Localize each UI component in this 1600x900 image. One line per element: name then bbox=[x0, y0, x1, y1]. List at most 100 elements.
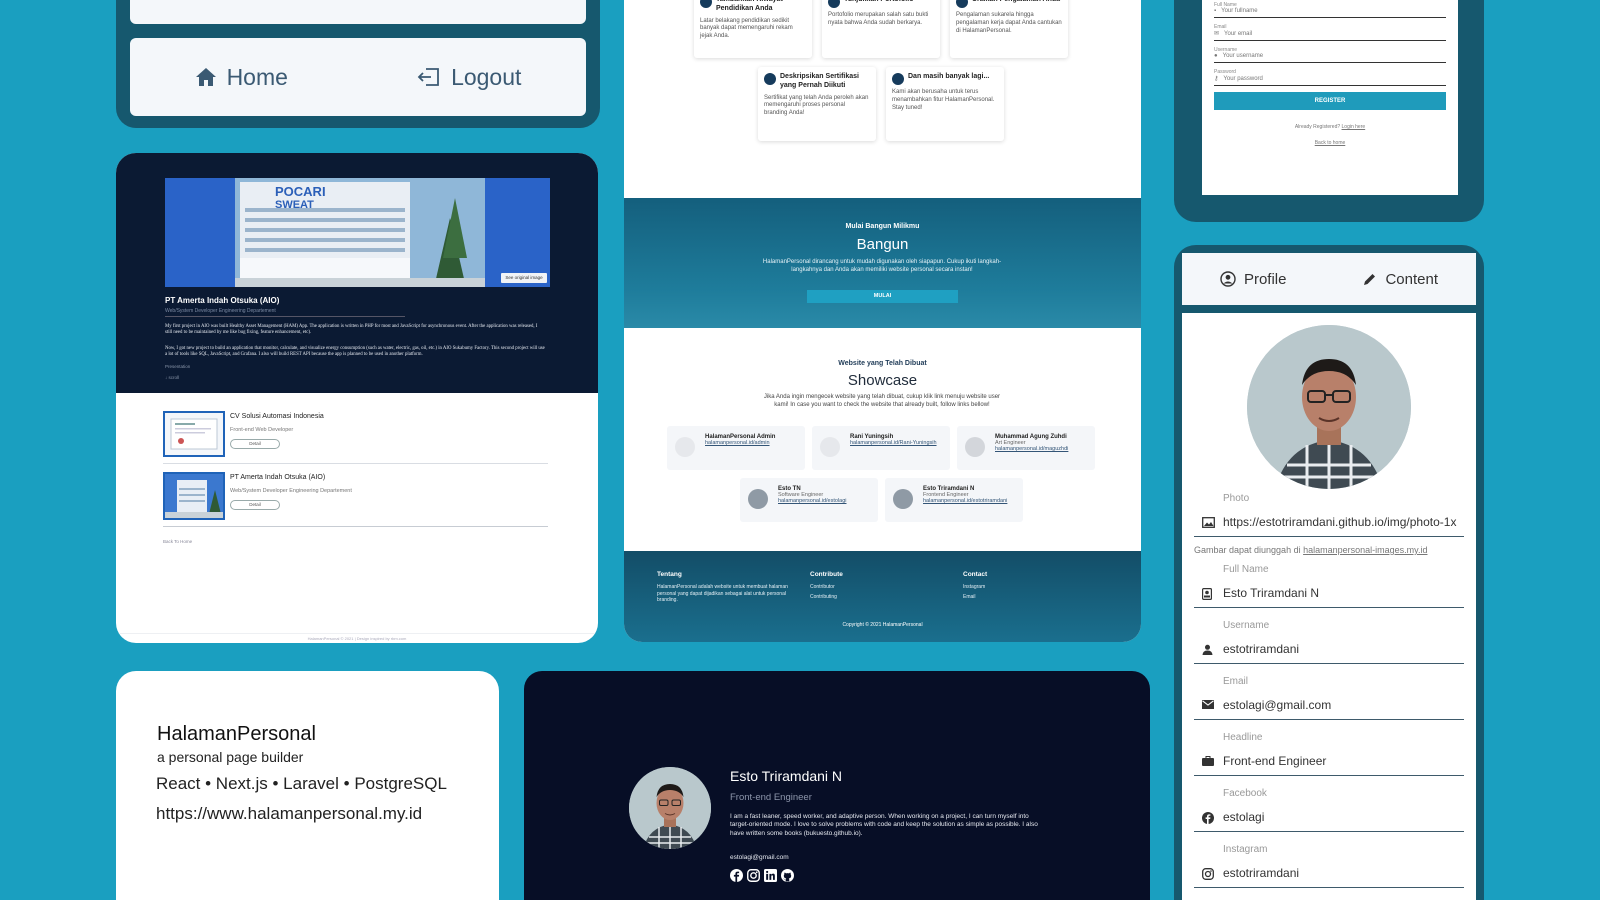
feature-title: Tambahkan Riwayat Pendidikan Anda bbox=[716, 0, 783, 12]
landing-page-screen: Tambahkan Riwayat Pendidikan Anda Latar … bbox=[624, 0, 1141, 642]
profile-form: Photo https://estotriramdani.github.io/i… bbox=[1182, 313, 1476, 900]
home-link[interactable]: Home bbox=[195, 64, 288, 91]
certificate-icon bbox=[764, 73, 776, 85]
github-icon[interactable] bbox=[781, 869, 794, 882]
user-circle-icon bbox=[1220, 271, 1236, 287]
top-bar bbox=[130, 0, 586, 24]
footer-about-title: Tentang bbox=[657, 571, 682, 578]
detail-hero: POCARI SWEAT See original image PT Amert… bbox=[116, 153, 598, 393]
showcase-card[interactable]: Muhammad Agung Zuhdi Art Engineer halamanp… bbox=[957, 426, 1095, 470]
svg-text:POCARI: POCARI bbox=[275, 184, 326, 199]
feature-desc: Pengalaman sukarela hingga pengalaman ke… bbox=[956, 12, 1062, 34]
editor-tabs: Profile Content bbox=[1182, 253, 1476, 305]
tab-content-label: Content bbox=[1385, 270, 1438, 288]
preview-email[interactable]: estolagi@gmail.com bbox=[730, 854, 789, 861]
profile-photo bbox=[1247, 325, 1411, 489]
logout-link[interactable]: Logout bbox=[417, 64, 521, 91]
email-icon: ✉ bbox=[1214, 31, 1220, 37]
experience-role: Front-end Web Developer bbox=[230, 427, 294, 433]
instagram-field[interactable]: Instagram estotriramdani bbox=[1194, 844, 1464, 888]
company-banner-image: POCARI SWEAT bbox=[165, 178, 550, 287]
showcase-link[interactable]: halamanpersonal.id/admin bbox=[705, 440, 775, 446]
facebook-field[interactable]: Facebook estolagi bbox=[1194, 788, 1464, 832]
register-fullname-field[interactable]: Full Name ▪ Your fullname bbox=[1214, 2, 1446, 18]
avatar bbox=[893, 489, 913, 509]
cta-section: Mulai Bangun Milikmu Bangun HalamanPerso… bbox=[624, 198, 1141, 328]
login-prompt: Already Registered? Login here bbox=[1214, 124, 1446, 130]
footer-contact-title: Contact bbox=[963, 571, 988, 578]
social-icons bbox=[730, 869, 794, 882]
showcase-link[interactable]: halamanpersonal.id/Rani-Yuningsih bbox=[850, 440, 937, 446]
register-password-field[interactable]: Password ⚷ Your password bbox=[1214, 69, 1446, 86]
field-value: https://estotriramdani.github.io/img/pho… bbox=[1223, 515, 1457, 529]
field-label: Full Name bbox=[1223, 564, 1269, 575]
headline-field[interactable]: Headline Front-end Engineer bbox=[1194, 732, 1464, 776]
register-button[interactable]: REGISTER bbox=[1214, 92, 1446, 110]
username-field[interactable]: Username estotriramdani bbox=[1194, 620, 1464, 664]
copyright: Copyright © 2021 HalamanPersonal bbox=[842, 622, 923, 628]
showcase-link[interactable]: halamanpersonal.id/estotriramdani bbox=[923, 498, 1007, 504]
experience-company: CV Solusi Automasi Indonesia bbox=[230, 413, 324, 420]
experience-company: PT Amerta Indah Otsuka (AIO) bbox=[230, 474, 326, 481]
pencil-icon bbox=[1362, 272, 1377, 287]
svg-text:SWEAT: SWEAT bbox=[275, 199, 314, 211]
image-icon bbox=[1202, 517, 1215, 528]
photo-url-field[interactable]: Photo https://estotriramdani.github.io/i… bbox=[1194, 493, 1464, 537]
showcase-text: Jika Anda ingin mengecek website yang te… bbox=[763, 394, 1001, 409]
company-thumbnail bbox=[163, 472, 225, 520]
experience-icon bbox=[956, 0, 968, 8]
start-button[interactable]: MULAI bbox=[807, 290, 958, 303]
facebook-icon[interactable] bbox=[730, 869, 743, 882]
feature-title: Dan masih banyak lagi... bbox=[908, 73, 990, 80]
company-title: PT Amerta Indah Otsuka (AIO) bbox=[165, 296, 280, 305]
login-question: Already Registered? bbox=[1294, 124, 1341, 130]
project-url[interactable]: https://www.halamanpersonal.my.id bbox=[156, 804, 459, 824]
back-to-home-link[interactable]: Back to home bbox=[1214, 140, 1446, 146]
cta-text: HalamanPersonal dirancang untuk mudah di… bbox=[762, 259, 1002, 274]
experience-item[interactable]: PT Amerta Indah Otsuka (AIO) Web/System … bbox=[163, 472, 548, 527]
contributor-link[interactable]: Contributor bbox=[810, 584, 835, 590]
nav-menu: Home Logout bbox=[130, 38, 586, 116]
detail-button[interactable]: Detail bbox=[230, 500, 280, 510]
showcase-card[interactable]: Esto TN Software Engineer halamanpersonal.… bbox=[740, 478, 878, 522]
showcase-card[interactable]: Rani Yuningsih halamanpersonal.id/Rani-Yu… bbox=[812, 426, 950, 470]
experience-item[interactable]: CV Solusi Automasi Indonesia Front-end W… bbox=[163, 411, 548, 464]
register-email-field[interactable]: Email ✉ Your email bbox=[1214, 24, 1446, 41]
feature-card: Deskripsikan Sertifikasi yang Pernah Dii… bbox=[758, 67, 876, 141]
login-link[interactable]: Login here bbox=[1342, 124, 1366, 130]
tab-content[interactable]: Content bbox=[1362, 271, 1438, 288]
preview-headline: Front-end Engineer bbox=[730, 792, 812, 803]
field-label: Username bbox=[1223, 620, 1270, 631]
register-username-field[interactable]: Username ● Your username bbox=[1214, 47, 1446, 63]
showcase-kicker: Website yang Telah Dibuat bbox=[838, 360, 927, 367]
showcase-card[interactable]: HalamanPersonal Admin halamanpersonal.id/… bbox=[667, 426, 805, 470]
showcase-link[interactable]: halamanpersonal.id/estolagi bbox=[778, 498, 847, 504]
feature-desc: Sertifikat yang telah Anda peroleh akan … bbox=[764, 94, 869, 117]
envelope-icon bbox=[1202, 700, 1214, 709]
linkedin-icon[interactable] bbox=[764, 869, 777, 882]
feature-card: Tambahkan Riwayat Pendidikan Anda Latar … bbox=[694, 0, 812, 58]
detail-button[interactable]: Detail bbox=[230, 439, 280, 449]
see-original-image-button[interactable]: See original image bbox=[501, 273, 547, 283]
company-thumbnail bbox=[163, 411, 225, 457]
upload-hint-link[interactable]: halamanpersonal-images.my.id bbox=[1303, 545, 1427, 555]
nav-card: Home Logout bbox=[116, 0, 600, 128]
footer-about-text: HalamanPersonal adalah website untuk mem… bbox=[657, 584, 788, 603]
back-to-home-link[interactable]: Back To Home bbox=[163, 539, 192, 544]
project-info-card: HalamanPersonal a personal page builder … bbox=[116, 671, 499, 900]
fullname-field[interactable]: Full Name Esto Triramdani N bbox=[1194, 564, 1464, 608]
feature-title: Deskripsikan Sertifikasi yang Pernah Dii… bbox=[780, 73, 859, 89]
instagram-link[interactable]: Instagram bbox=[963, 584, 985, 590]
email-link[interactable]: Email bbox=[963, 594, 976, 600]
user-icon bbox=[1202, 644, 1213, 655]
field-label: Headline bbox=[1223, 732, 1263, 743]
contributing-link[interactable]: Contributing bbox=[810, 594, 837, 600]
instagram-icon[interactable] bbox=[747, 869, 760, 882]
showcase-link[interactable]: halamanpersonal.id/maguzhdi bbox=[995, 446, 1068, 452]
showcase-card[interactable]: Esto Triramdani N Frontend Engineer halama… bbox=[885, 478, 1023, 522]
email-field[interactable]: Email estolagi@gmail.com bbox=[1194, 676, 1464, 720]
landing-footer: Tentang HalamanPersonal adalah website u… bbox=[624, 551, 1141, 642]
field-value: estolagi@gmail.com bbox=[1223, 698, 1332, 712]
user-icon: ● bbox=[1214, 53, 1218, 59]
tab-profile[interactable]: Profile bbox=[1220, 271, 1287, 288]
